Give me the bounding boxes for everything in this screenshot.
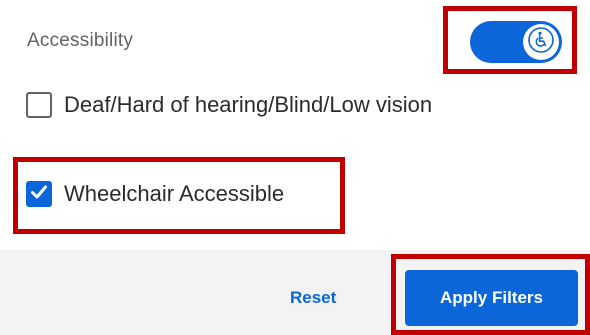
option-label: Deaf/Hard of hearing/Blind/Low vision <box>64 92 433 117</box>
accessibility-toggle[interactable] <box>470 21 562 63</box>
option-deaf-blind[interactable]: Deaf/Hard of hearing/Blind/Low vision <box>26 92 484 122</box>
checkmark-icon <box>29 182 49 207</box>
wheelchair-icon <box>528 26 554 58</box>
checkbox-wheelchair-accessible[interactable] <box>26 181 52 207</box>
option-label: Wheelchair Accessible <box>64 181 285 206</box>
accessibility-filter-panel: Accessibility Deaf/Hard of hearing/Blind… <box>0 0 590 335</box>
section-title: Accessibility <box>27 30 134 51</box>
toggle-knob <box>523 24 559 60</box>
checkbox-deaf-blind[interactable] <box>26 92 52 118</box>
apply-filters-button[interactable]: Apply Filters <box>405 270 578 326</box>
option-wheelchair-accessible[interactable]: Wheelchair Accessible <box>26 181 284 211</box>
reset-button[interactable]: Reset <box>290 288 336 308</box>
filter-footer: Reset Apply Filters <box>0 250 590 335</box>
